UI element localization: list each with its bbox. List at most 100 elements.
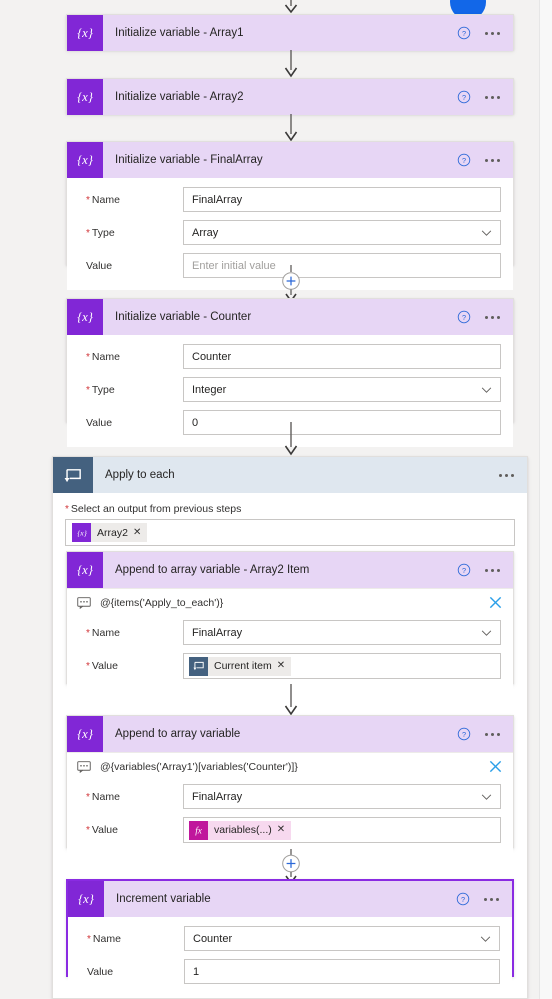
field-label-name: Name xyxy=(79,627,183,639)
svg-text:fx: fx xyxy=(195,825,202,835)
type-dropdown[interactable]: Integer xyxy=(183,377,501,402)
token-chip-expression[interactable]: fx variables(...) ✕ xyxy=(189,820,292,840)
close-x-icon[interactable] xyxy=(488,759,503,774)
action-comment-text: @{items('Apply_to_each')} xyxy=(100,596,224,609)
help-circle-icon[interactable]: ? xyxy=(457,26,471,40)
chevron-down-icon xyxy=(481,229,492,236)
field-row-value: Value 1 xyxy=(80,959,500,984)
name-input[interactable]: FinalArray xyxy=(183,187,501,212)
connector-arrow xyxy=(282,684,300,716)
card-header[interactable]: {x} Append to array variable ? xyxy=(67,716,513,752)
svg-text:?: ? xyxy=(462,29,466,38)
field-label-value: Value xyxy=(87,965,114,978)
type-dropdown[interactable]: Array xyxy=(183,220,501,245)
variable-braces-icon: {x} xyxy=(67,15,103,51)
variable-braces-icon: {x} xyxy=(67,552,103,588)
field-row-name: Name FinalArray xyxy=(79,187,501,212)
value-input[interactable]: Enter initial value xyxy=(183,253,501,278)
field-label-name: Name xyxy=(79,351,183,363)
card-header[interactable]: {x} Initialize variable - Array1 ? xyxy=(67,15,513,51)
vertical-scrollbar[interactable] xyxy=(539,0,552,999)
svg-text:?: ? xyxy=(461,895,465,904)
action-card-init-array1[interactable]: {x} Initialize variable - Array1 ? xyxy=(66,14,514,51)
field-row-type: Type Integer xyxy=(79,377,501,402)
svg-text:{x}: {x} xyxy=(77,90,93,104)
more-options-ellipsis-icon[interactable] xyxy=(485,31,500,35)
card-title: Increment variable xyxy=(116,893,211,905)
action-card-append-array2-item[interactable]: {x} Append to array variable - Array2 It… xyxy=(66,551,514,691)
action-card-init-array2[interactable]: {x} Initialize variable - Array2 ? xyxy=(66,78,514,115)
loop-body: Select an output from previous steps {x}… xyxy=(53,493,527,546)
chevron-down-icon xyxy=(481,629,492,636)
token-chip-array2[interactable]: {x} Array2 ✕ xyxy=(72,523,148,542)
close-x-icon[interactable] xyxy=(488,595,503,610)
more-options-ellipsis-icon[interactable] xyxy=(485,95,500,99)
help-circle-icon[interactable]: ? xyxy=(457,310,471,324)
help-circle-icon[interactable]: ? xyxy=(457,153,471,167)
name-dropdown[interactable]: FinalArray xyxy=(183,784,501,809)
card-body: Name FinalArray Value fx variables(...) … xyxy=(67,782,513,855)
svg-text:?: ? xyxy=(462,313,466,322)
field-row-value: Value Current item ✕ xyxy=(79,653,501,679)
close-x-icon[interactable]: ✕ xyxy=(133,527,147,538)
field-label-value: Value xyxy=(86,259,113,272)
connector-arrow xyxy=(282,50,300,78)
field-row-value: Value fx variables(...) ✕ xyxy=(79,817,501,843)
field-label-name: Name xyxy=(80,933,184,945)
variable-braces-icon: {x} xyxy=(67,299,103,335)
connector-arrow xyxy=(282,422,300,456)
card-title: Initialize variable - FinalArray xyxy=(115,154,263,166)
field-label-name: Name xyxy=(79,791,183,803)
svg-text:?: ? xyxy=(462,93,466,102)
more-options-ellipsis-icon[interactable] xyxy=(485,315,500,319)
loop-source-input[interactable]: {x} Array2 ✕ xyxy=(65,519,515,546)
field-label-value: Value xyxy=(79,660,183,672)
variable-braces-icon: {x} xyxy=(68,881,104,917)
name-input-value: Counter xyxy=(192,350,232,363)
action-comment-row: @{items('Apply_to_each')} xyxy=(67,588,513,616)
svg-text:{x}: {x} xyxy=(77,26,93,40)
help-circle-icon[interactable]: ? xyxy=(457,727,471,741)
chevron-down-icon xyxy=(481,386,492,393)
value-token-input[interactable]: fx variables(...) ✕ xyxy=(183,817,501,843)
chevron-down-icon xyxy=(481,793,492,800)
help-circle-icon[interactable]: ? xyxy=(457,90,471,104)
help-circle-icon[interactable]: ? xyxy=(456,892,470,906)
name-dropdown-value: FinalArray xyxy=(192,626,243,639)
more-options-ellipsis-icon[interactable] xyxy=(485,732,500,736)
card-header[interactable]: {x} Increment variable ? xyxy=(68,881,512,917)
card-header[interactable]: {x} Append to array variable - Array2 It… xyxy=(67,552,513,588)
more-options-ellipsis-icon[interactable] xyxy=(485,568,500,572)
value-input-value: 1 xyxy=(193,965,200,978)
action-card-init-finalarray[interactable]: {x} Initialize variable - FinalArray ? N… xyxy=(66,141,514,290)
more-options-ellipsis-icon[interactable] xyxy=(484,897,499,901)
svg-text:{x}: {x} xyxy=(77,310,93,324)
name-input[interactable]: Counter xyxy=(183,344,501,369)
value-input[interactable]: 1 xyxy=(184,959,500,984)
value-input[interactable]: 0 xyxy=(183,410,501,435)
loop-header[interactable]: Apply to each xyxy=(53,457,527,493)
loop-select-label: Select an output from previous steps xyxy=(65,503,515,515)
close-x-icon[interactable]: ✕ xyxy=(277,661,291,671)
field-label-type: Type xyxy=(79,384,183,396)
value-token-input[interactable]: Current item ✕ xyxy=(183,653,501,679)
name-dropdown[interactable]: Counter xyxy=(184,926,500,951)
svg-text:?: ? xyxy=(462,566,466,575)
card-header[interactable]: {x} Initialize variable - FinalArray ? xyxy=(67,142,513,178)
field-row-name: Name Counter xyxy=(79,344,501,369)
card-header[interactable]: {x} Initialize variable - Counter ? xyxy=(67,299,513,335)
more-options-ellipsis-icon[interactable] xyxy=(485,158,500,162)
action-card-append-array1-counter[interactable]: {x} Append to array variable ? @{variabl… xyxy=(66,715,514,855)
token-chip-current-item[interactable]: Current item ✕ xyxy=(189,656,292,676)
name-dropdown[interactable]: FinalArray xyxy=(183,620,501,645)
action-comment-row: @{variables('Array1')[variables('Counter… xyxy=(67,752,513,780)
action-card-init-counter[interactable]: {x} Initialize variable - Counter ? Name… xyxy=(66,298,514,447)
action-card-increment-counter[interactable]: {x} Increment variable ? Name Counter Va… xyxy=(66,879,514,996)
variable-braces-icon: {x} xyxy=(67,142,103,178)
connector-arrow xyxy=(282,114,300,142)
card-header[interactable]: {x} Initialize variable - Array2 ? xyxy=(67,79,513,115)
more-options-ellipsis-icon[interactable] xyxy=(499,473,514,477)
help-circle-icon[interactable]: ? xyxy=(457,563,471,577)
close-x-icon[interactable]: ✕ xyxy=(277,825,291,835)
card-title: Initialize variable - Array1 xyxy=(115,27,244,39)
